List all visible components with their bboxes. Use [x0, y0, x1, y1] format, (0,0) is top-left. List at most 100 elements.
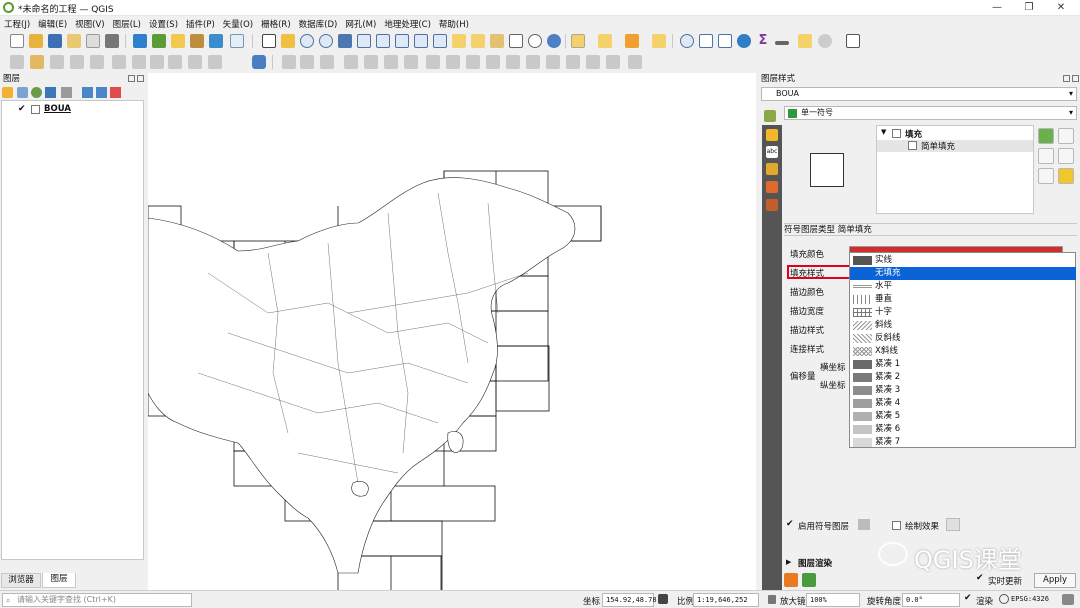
save-as-icon[interactable] [67, 34, 81, 48]
digitize-shape-icon[interactable] [282, 55, 296, 69]
symbol-layer-type[interactable]: 符号图层类型 简单填充 [784, 223, 1077, 236]
add-part-icon[interactable] [384, 55, 398, 69]
pan-hand-icon[interactable] [262, 34, 276, 48]
rotate-feature-icon[interactable] [320, 55, 334, 69]
zoom-full-icon[interactable] [338, 34, 352, 48]
layer-selector[interactable]: BOUA ▾ [761, 87, 1077, 101]
zoom-next-icon[interactable] [433, 34, 447, 48]
fill-ring-icon[interactable] [404, 55, 418, 69]
undo-icon[interactable] [188, 55, 202, 69]
fill-style-option[interactable]: 紧凑 4 [850, 397, 1076, 410]
fill-style-option-selected[interactable]: 无填充 [850, 267, 1076, 280]
scale-select[interactable]: 1:19,646,252 [693, 593, 759, 607]
offset-icon[interactable] [486, 55, 500, 69]
zoom-selection-icon[interactable] [357, 34, 371, 48]
save-edits-icon[interactable] [50, 55, 64, 69]
fill-style-option[interactable]: 紧凑 6 [850, 423, 1076, 436]
tab-browser[interactable]: 浏览器 [1, 573, 41, 588]
pan-to-selection-icon[interactable] [281, 34, 295, 48]
digitize-icon[interactable] [190, 34, 204, 48]
deselect-icon[interactable] [625, 34, 639, 48]
select-by-value-icon[interactable] [598, 34, 612, 48]
new-project-icon[interactable] [10, 34, 24, 48]
reshape-icon[interactable] [466, 55, 480, 69]
menu-project[interactable]: 工程(J) [0, 16, 34, 32]
3d-view-icon[interactable] [766, 163, 778, 175]
minimize-button[interactable]: — [982, 1, 1012, 15]
add-symbol-layer-button[interactable] [1038, 128, 1054, 144]
undo-style-icon[interactable] [784, 573, 798, 587]
open-data-source-icon[interactable] [152, 34, 166, 48]
move-up-button[interactable] [1058, 128, 1074, 144]
show-bookmarks-icon[interactable] [509, 34, 523, 48]
print-layout-icon[interactable] [86, 34, 100, 48]
zoom-native-icon[interactable] [395, 34, 409, 48]
redo-icon[interactable] [208, 55, 222, 69]
toggle-extents-icon[interactable] [658, 594, 668, 604]
map-tips-icon[interactable] [846, 34, 860, 48]
messages-icon[interactable] [1062, 594, 1074, 605]
add-ring-icon[interactable] [364, 55, 378, 69]
fill-style-option[interactable]: 垂直 [850, 293, 1076, 306]
open-layer-styling-icon[interactable] [2, 87, 13, 98]
paste-features-icon[interactable] [168, 55, 182, 69]
layout-manager-icon[interactable] [105, 34, 119, 48]
renderer-select[interactable]: 单一符号 ▾ [784, 106, 1077, 120]
statistics-sigma-icon[interactable]: Σ [756, 34, 770, 48]
field-calculator-icon[interactable] [718, 34, 732, 48]
rotate-point-icon[interactable] [586, 55, 600, 69]
toggle-editing-icon[interactable] [30, 55, 44, 69]
delete-part-icon[interactable] [446, 55, 460, 69]
close-button[interactable]: ✕ [1046, 1, 1076, 15]
expand-rendering-icon[interactable]: ▶ [786, 558, 791, 566]
edits-icon[interactable] [10, 55, 24, 69]
select-location-icon[interactable] [652, 34, 666, 48]
history-icon[interactable] [766, 199, 778, 211]
measure-icon[interactable] [775, 41, 789, 45]
merge-features-icon[interactable] [546, 55, 560, 69]
render-checkbox[interactable]: ✔ [964, 593, 972, 603]
zoom-layer-icon[interactable] [376, 34, 390, 48]
new-map-view-icon[interactable] [452, 34, 466, 48]
annotation-icon[interactable] [798, 34, 812, 48]
menu-view[interactable]: 视图(V) [71, 16, 108, 32]
new-3d-view-icon[interactable] [471, 34, 485, 48]
menu-settings[interactable]: 设置(S) [145, 16, 182, 32]
temporal-icon[interactable] [528, 34, 542, 48]
masks-icon[interactable]: abc [766, 146, 778, 158]
attribute-table-icon[interactable] [699, 34, 713, 48]
effects-settings-icon[interactable] [946, 518, 960, 531]
fill-style-option[interactable]: 水平 [850, 280, 1076, 293]
add-feature-icon[interactable] [70, 55, 84, 69]
filter-expression-icon[interactable] [61, 87, 72, 98]
processing-toolbox-icon[interactable] [737, 34, 751, 48]
zoom-last-icon[interactable] [414, 34, 428, 48]
move-down-button[interactable] [1058, 148, 1074, 164]
fill-style-option[interactable]: 反斜线 [850, 332, 1076, 345]
split-parts-icon[interactable] [526, 55, 540, 69]
fill-checkbox[interactable] [892, 129, 901, 138]
fill-style-option[interactable]: 紧凑 3 [850, 384, 1076, 397]
menu-raster[interactable]: 栅格(R) [257, 16, 295, 32]
labels-icon[interactable] [766, 129, 778, 141]
fill-style-option[interactable]: 实线 [850, 254, 1076, 267]
rotation-field[interactable]: 0.0° [902, 593, 960, 607]
layer-item-boua[interactable]: ✔ BOUA [4, 104, 142, 116]
crs-globe-icon[interactable] [999, 594, 1009, 604]
locator-search-input[interactable]: ⌕ 请输入关键字查找 (Ctrl+K) [2, 593, 192, 607]
maximize-button[interactable]: ❐ [1014, 1, 1044, 15]
settings-gear-icon[interactable] [818, 34, 832, 48]
filter-legend-icon[interactable] [45, 87, 56, 98]
fill-style-option[interactable]: X斜线 [850, 345, 1076, 358]
layer-symbol-swatch[interactable] [31, 105, 40, 114]
add-vector-icon[interactable] [171, 34, 185, 48]
cut-features-icon[interactable] [132, 55, 146, 69]
simplify-icon[interactable] [344, 55, 358, 69]
duplicate-symbol-layer-button[interactable] [1038, 168, 1054, 184]
data-defined-icon[interactable] [858, 519, 870, 530]
redo-style-icon[interactable] [802, 573, 816, 587]
collapse-all-icon[interactable] [96, 87, 107, 98]
lock-scale-icon[interactable] [768, 595, 776, 604]
delete-selected-icon[interactable] [112, 55, 126, 69]
menu-mesh[interactable]: 网孔(M) [341, 16, 380, 32]
